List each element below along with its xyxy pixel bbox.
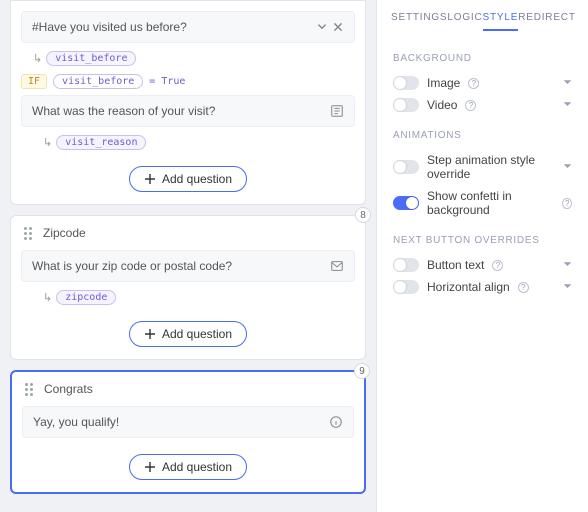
section-animations-title: ANIMATIONS <box>377 116 588 149</box>
block-title: Congrats <box>44 382 93 396</box>
block-title: Zipcode <box>43 226 86 240</box>
step-number-badge: 8 <box>355 207 371 223</box>
add-question-label: Add question <box>162 460 232 474</box>
option-label: Button text <box>427 258 484 272</box>
help-icon[interactable]: ? <box>492 260 503 271</box>
plus-icon <box>144 461 156 473</box>
arrow-in-icon: ↳ <box>33 52 42 65</box>
question-field[interactable]: #Have you visited us before? <box>21 11 355 43</box>
arrow-in-icon: ↳ <box>43 291 52 304</box>
option-bg-image[interactable]: Image ? <box>377 72 588 94</box>
toggle-step-animation[interactable] <box>393 160 419 174</box>
chevron-down-icon[interactable] <box>563 280 572 294</box>
toggle-bg-video[interactable] <box>393 98 419 112</box>
question-field[interactable]: Yay, you qualify! <box>22 406 354 438</box>
step-number-badge: 9 <box>354 363 370 379</box>
paragraph-icon[interactable] <box>330 104 344 118</box>
field-actions <box>316 21 344 33</box>
info-icon[interactable] <box>329 415 343 429</box>
chevron-down-icon[interactable] <box>563 76 572 90</box>
tab-style[interactable]: STYLE <box>483 12 519 31</box>
option-label: Horizontal align <box>427 280 510 294</box>
tab-logic[interactable]: LOGIC <box>447 12 482 31</box>
panel-tabs: SETTINGS LOGIC STYLE REDIRECT <box>377 0 588 39</box>
option-button-text[interactable]: Button text ? <box>377 254 588 276</box>
help-icon[interactable]: ? <box>468 78 479 89</box>
tab-redirect[interactable]: REDIRECT <box>518 12 576 31</box>
mail-icon[interactable] <box>330 259 344 273</box>
variable-pill[interactable]: visit_reason <box>56 135 146 150</box>
add-question-button[interactable]: Add question <box>129 321 247 347</box>
plus-icon <box>144 173 156 185</box>
question-field[interactable]: What is your zip code or postal code? <box>21 250 355 282</box>
question-field[interactable]: What was the reason of your visit? <box>21 95 355 127</box>
section-next-button-title: NEXT BUTTON OVERRIDES <box>377 221 588 254</box>
option-step-animation[interactable]: Step animation style override <box>377 149 588 185</box>
option-label: Step animation style override <box>427 153 555 181</box>
toggle-confetti[interactable] <box>393 196 419 210</box>
option-label: Image <box>427 76 460 90</box>
question-text: #Have you visited us before? <box>32 20 187 34</box>
option-label: Show confetti in background <box>427 189 554 217</box>
toggle-button-text[interactable] <box>393 258 419 272</box>
help-icon[interactable]: ? <box>562 198 572 209</box>
question-text: What is your zip code or postal code? <box>32 259 232 273</box>
variable-row: ↳ visit_reason <box>43 135 365 150</box>
block-congrats[interactable]: 9 Congrats Yay, you qualify! Add questio… <box>10 370 366 494</box>
block-zipcode[interactable]: 8 Zipcode What is your zip code or posta… <box>10 215 366 360</box>
condition-var-pill[interactable]: visit_before <box>53 74 143 89</box>
block-visit[interactable]: #Have you visited us before? ↳ visit_bef… <box>10 0 366 205</box>
variable-pill[interactable]: visit_before <box>46 51 136 66</box>
chevron-down-icon[interactable] <box>563 160 572 174</box>
drag-handle-icon[interactable] <box>23 227 35 239</box>
close-icon[interactable] <box>332 21 344 33</box>
toggle-bg-image[interactable] <box>393 76 419 90</box>
arrow-in-icon: ↳ <box>43 136 52 149</box>
drag-handle-icon[interactable] <box>24 383 36 395</box>
logic-condition[interactable]: IF visit_before = True <box>21 74 355 89</box>
add-question-label: Add question <box>162 327 232 341</box>
tab-settings[interactable]: SETTINGS <box>391 12 447 31</box>
option-horizontal-align[interactable]: Horizontal align ? <box>377 276 588 298</box>
option-label: Video <box>427 98 457 112</box>
toggle-horizontal-align[interactable] <box>393 280 419 294</box>
help-icon[interactable]: ? <box>518 282 529 293</box>
option-confetti[interactable]: Show confetti in background ? <box>377 185 588 221</box>
plus-icon <box>144 328 156 340</box>
option-bg-video[interactable]: Video ? <box>377 94 588 116</box>
question-text: What was the reason of your visit? <box>32 104 215 118</box>
variable-row: ↳ zipcode <box>43 290 365 305</box>
chevron-down-icon[interactable] <box>316 21 328 33</box>
style-panel: SETTINGS LOGIC STYLE REDIRECT BACKGROUND… <box>376 0 588 512</box>
if-tag: IF <box>21 74 47 89</box>
add-question-label: Add question <box>162 172 232 186</box>
section-background-title: BACKGROUND <box>377 39 588 72</box>
question-text: Yay, you qualify! <box>33 415 119 429</box>
form-canvas: #Have you visited us before? ↳ visit_bef… <box>0 0 376 512</box>
add-question-button[interactable]: Add question <box>129 454 247 480</box>
add-question-button[interactable]: Add question <box>129 166 247 192</box>
chevron-down-icon[interactable] <box>563 258 572 272</box>
condition-value: = True <box>149 76 185 87</box>
chevron-down-icon[interactable] <box>563 98 572 112</box>
variable-pill[interactable]: zipcode <box>56 290 116 305</box>
variable-row: ↳ visit_before <box>33 51 365 66</box>
help-icon[interactable]: ? <box>465 100 476 111</box>
